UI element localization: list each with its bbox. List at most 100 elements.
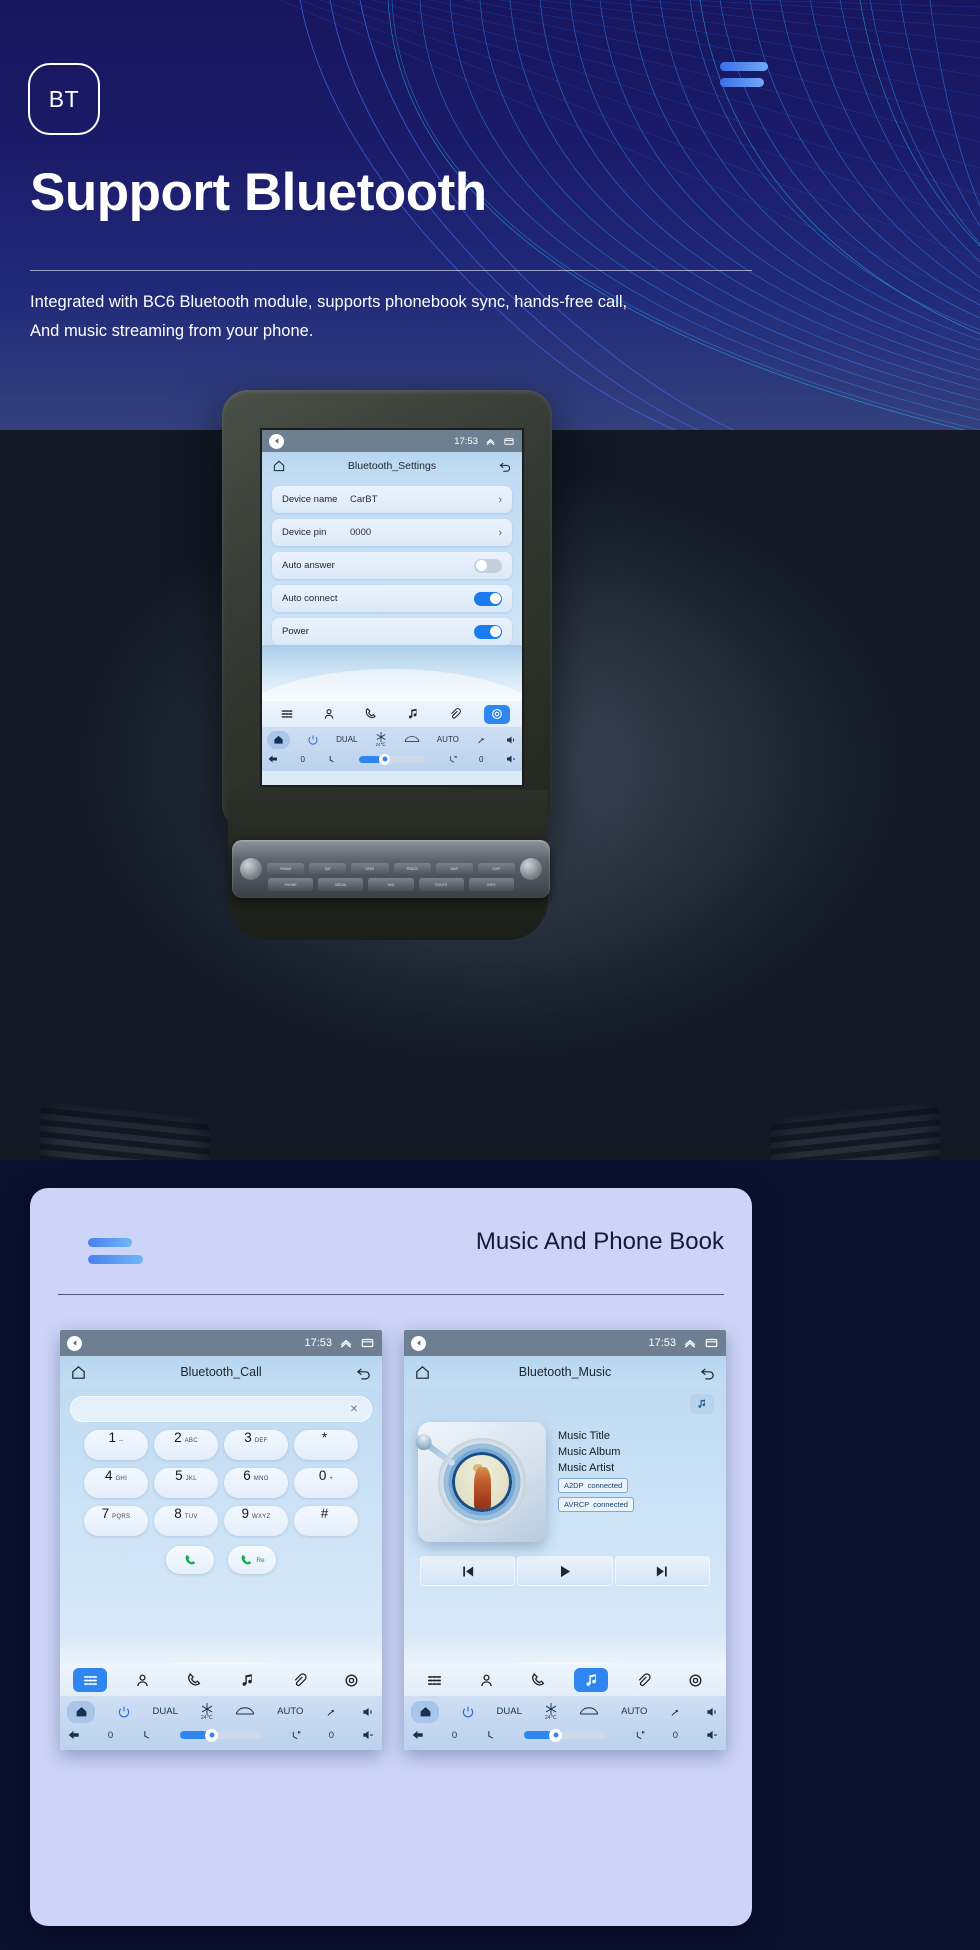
chevron-up-icon[interactable]: [339, 1336, 353, 1350]
call-button[interactable]: [166, 1546, 214, 1574]
back-arrow-icon[interactable]: [411, 1335, 426, 1351]
back-button[interactable]: [411, 1728, 425, 1742]
chevron-up-icon[interactable]: [485, 436, 496, 447]
left-seat-value[interactable]: 0: [452, 1730, 457, 1741]
dialpad-key-2[interactable]: 2 ABC: [154, 1430, 218, 1460]
seat-button[interactable]: [140, 1729, 153, 1742]
link-button[interactable]: [442, 705, 468, 724]
slider-knob[interactable]: [205, 1728, 219, 1742]
window-icon[interactable]: [503, 436, 515, 447]
music-button[interactable]: [574, 1668, 609, 1692]
dialpad-key-0[interactable]: 0 +: [294, 1468, 358, 1498]
heated-seat-button[interactable]: [633, 1729, 646, 1742]
setting-row-auto-connect[interactable]: Auto connect: [272, 585, 512, 612]
fan-speed-slider[interactable]: [179, 1728, 262, 1742]
dialpad-key-4[interactable]: 4 GHI: [84, 1468, 148, 1498]
dialpad-key-3[interactable]: 3 DEF: [224, 1430, 288, 1460]
setting-row-auto-answer[interactable]: Auto answer: [272, 552, 512, 579]
dual-button[interactable]: DUAL: [153, 1706, 178, 1717]
right-seat-value[interactable]: 0: [479, 755, 483, 764]
settings-button[interactable]: [679, 1668, 713, 1692]
apps-grid-button[interactable]: [417, 1668, 451, 1692]
radio-preset-button[interactable]: DISP: [477, 862, 516, 876]
auto-answer-toggle[interactable]: [474, 558, 502, 573]
slider-knob[interactable]: [379, 753, 391, 765]
radio-preset-button[interactable]: TRACK: [393, 862, 431, 876]
setting-row-device-pin[interactable]: Device pin 0000 ›: [272, 519, 512, 546]
right-seat-value[interactable]: 0: [673, 1730, 678, 1741]
climate-home-button[interactable]: [67, 1700, 95, 1723]
dialpad-key-6[interactable]: 6 MNO: [224, 1468, 288, 1498]
window-icon[interactable]: [704, 1336, 719, 1350]
volume-down-button[interactable]: [705, 1728, 719, 1742]
climate-home-button[interactable]: [267, 730, 290, 749]
setting-row-power[interactable]: Power: [272, 618, 512, 645]
dialpad-key-1[interactable]: 1 --: [84, 1430, 148, 1460]
power-button[interactable]: [307, 734, 319, 746]
volume-down-button[interactable]: [505, 753, 517, 765]
radio-knob-right[interactable]: [520, 858, 543, 880]
head-unit-screen[interactable]: 17:53 Bluetooth_Settings Device name Car…: [262, 430, 522, 785]
contacts-button[interactable]: [125, 1668, 159, 1692]
climate-home-button[interactable]: [411, 1700, 439, 1723]
chevron-right-icon[interactable]: ›: [498, 494, 502, 506]
clear-x-icon[interactable]: ✕: [347, 1402, 361, 1416]
auto-button[interactable]: AUTO: [621, 1706, 647, 1717]
dialpad-key-9[interactable]: 9 WXYZ: [224, 1506, 288, 1536]
heated-seat-button[interactable]: [447, 754, 458, 765]
heated-seat-button[interactable]: [289, 1729, 302, 1742]
auto-button[interactable]: AUTO: [437, 735, 459, 744]
phone-number-input[interactable]: ✕: [70, 1396, 372, 1422]
left-seat-value[interactable]: 0: [301, 755, 305, 764]
volume-up-button[interactable]: [705, 1705, 719, 1719]
rear-defrost-button[interactable]: [235, 1705, 255, 1718]
airflow-button[interactable]: [476, 734, 488, 746]
window-icon[interactable]: [360, 1336, 375, 1350]
chevron-right-icon[interactable]: ›: [498, 527, 502, 539]
airflow-button[interactable]: [325, 1705, 339, 1719]
radio-preset-button[interactable]: MAP: [435, 862, 473, 876]
settings-button[interactable]: [335, 1668, 369, 1692]
music-button[interactable]: [400, 705, 426, 724]
right-seat-value[interactable]: 0: [329, 1730, 334, 1741]
power-button[interactable]: [117, 1705, 131, 1719]
back-arrow-icon[interactable]: [269, 433, 284, 449]
link-button[interactable]: [282, 1668, 316, 1692]
volume-down-button[interactable]: [361, 1728, 375, 1742]
radio-preset-button[interactable]: PHONE: [268, 878, 314, 891]
apps-grid-button[interactable]: [73, 1668, 108, 1692]
seat-button[interactable]: [326, 754, 337, 765]
power-button[interactable]: [461, 1705, 475, 1719]
apps-grid-button[interactable]: [274, 705, 300, 724]
redial-button[interactable]: Re: [228, 1546, 276, 1574]
dialpad-key-star[interactable]: *: [294, 1430, 358, 1460]
dialpad-key-7[interactable]: 7 PQRS: [84, 1506, 148, 1536]
contacts-button[interactable]: [469, 1668, 503, 1692]
seat-button[interactable]: [484, 1729, 497, 1742]
back-button[interactable]: [67, 1728, 81, 1742]
volume-up-button[interactable]: [361, 1705, 375, 1719]
back-arrow-icon[interactable]: [67, 1335, 82, 1351]
auto-connect-toggle[interactable]: [474, 591, 502, 606]
ac-button[interactable]: 24℃: [544, 1702, 558, 1721]
play-button[interactable]: [517, 1556, 613, 1586]
dual-button[interactable]: DUAL: [336, 735, 357, 744]
radio-preset-button[interactable]: NAV: [368, 878, 414, 891]
radio-knob-left[interactable]: [239, 858, 262, 880]
radio-preset-button[interactable]: FM/AM: [266, 862, 305, 876]
phone-button[interactable]: [358, 705, 384, 724]
ac-button[interactable]: 24℃: [200, 1702, 214, 1721]
phone-button[interactable]: [178, 1668, 212, 1692]
bluetooth-call-screen[interactable]: 17:53 Bluetooth_Call ✕ 1 -- 2 ABC 3 DEF * 4…: [60, 1330, 382, 1750]
rear-defrost-button[interactable]: [404, 734, 420, 745]
rear-defrost-button[interactable]: [579, 1705, 599, 1718]
radio-preset-button[interactable]: INFO: [468, 878, 515, 891]
radio-preset-button[interactable]: MEDIA: [318, 878, 364, 891]
slider-knob[interactable]: [549, 1728, 563, 1742]
dialpad-key-5[interactable]: 5 JKL: [154, 1468, 218, 1498]
power-toggle[interactable]: [474, 624, 502, 639]
dialpad-key-8[interactable]: 8 TUV: [154, 1506, 218, 1536]
dual-button[interactable]: DUAL: [497, 1706, 522, 1717]
fan-speed-slider[interactable]: [523, 1728, 606, 1742]
setting-row-device-name[interactable]: Device name CarBT ›: [272, 486, 512, 513]
